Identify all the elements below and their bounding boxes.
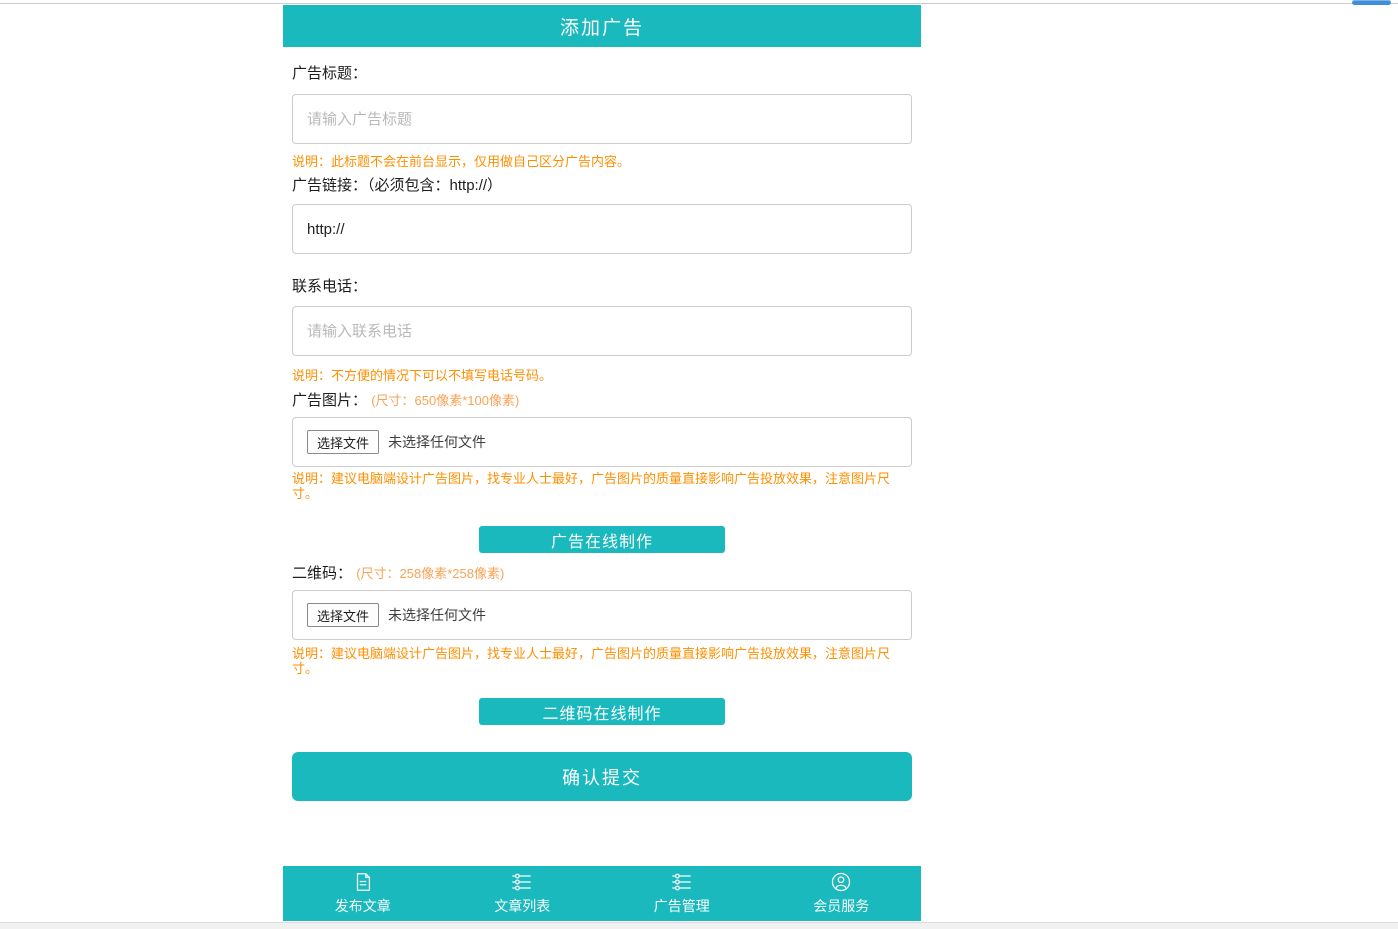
- nav-label: 发布文章: [335, 896, 391, 916]
- ad-form: 广告标题： 说明：此标题不会在前台显示，仅用做自己区分广告内容。 广告链接：（必…: [283, 66, 921, 801]
- page-title: 添加广告: [283, 5, 921, 47]
- ad-online-maker-button[interactable]: 广告在线制作: [479, 526, 725, 553]
- ad-image-file-status: 未选择任何文件: [388, 432, 486, 452]
- document-icon: [352, 871, 374, 893]
- nav-item-member-service[interactable]: 会员服务: [762, 866, 922, 921]
- ad-image-label: 广告图片： (尺寸：650像素*100像素): [292, 393, 912, 409]
- phone-label: 联系电话：: [292, 279, 912, 295]
- bottom-nav: 发布文章 文章列表 广告管理 会员服务: [283, 866, 921, 921]
- browser-bottom-strip: [0, 922, 1398, 929]
- nav-item-article-list[interactable]: 文章列表: [443, 866, 603, 921]
- main-column: 添加广告 广告标题： 说明：此标题不会在前台显示，仅用做自己区分广告内容。 广告…: [283, 5, 921, 921]
- ad-image-size-hint: (尺寸：650像素*100像素): [371, 393, 519, 408]
- nav-label: 会员服务: [813, 896, 869, 916]
- qrcode-size-hint: (尺寸：258像素*258像素): [356, 566, 504, 581]
- ad-title-note: 说明：此标题不会在前台显示，仅用做自己区分广告内容。: [292, 154, 912, 169]
- qrcode-label: 二维码： (尺寸：258像素*258像素): [292, 566, 912, 582]
- ad-image-file-box: 选择文件 未选择任何文件: [292, 417, 912, 467]
- ad-link-label-text: 广告链接：: [292, 177, 367, 194]
- qrcode-file-box: 选择文件 未选择任何文件: [292, 590, 912, 640]
- browser-blue-fragment: [1352, 0, 1391, 5]
- qrcode-note: 说明：建议电脑端设计广告图片，找专业人士最好，广告图片的质量直接影响广告投放效果…: [292, 646, 912, 676]
- nav-label: 文章列表: [494, 896, 550, 916]
- submit-button[interactable]: 确认提交: [292, 752, 912, 801]
- phone-note: 说明：不方便的情况下可以不填写电话号码。: [292, 368, 912, 383]
- ad-title-input[interactable]: [292, 94, 912, 144]
- list-icon: [511, 871, 533, 893]
- ad-link-hint: （必须包含：http://）: [367, 177, 502, 194]
- nav-item-publish-article[interactable]: 发布文章: [283, 866, 443, 921]
- ad-image-label-text: 广告图片：: [292, 392, 367, 409]
- qrcode-choose-file-button[interactable]: 选择文件: [307, 603, 379, 627]
- qrcode-online-maker-button[interactable]: 二维码在线制作: [479, 698, 725, 725]
- user-icon: [830, 871, 852, 893]
- nav-label: 广告管理: [654, 896, 710, 916]
- qrcode-file-status: 未选择任何文件: [388, 605, 486, 625]
- ad-image-choose-file-button[interactable]: 选择文件: [307, 430, 379, 454]
- phone-input[interactable]: [292, 306, 912, 356]
- qrcode-label-text: 二维码：: [292, 565, 352, 582]
- ad-link-label: 广告链接：（必须包含：http://）: [292, 178, 912, 194]
- ad-title-label: 广告标题：: [292, 66, 912, 82]
- list-icon: [671, 871, 693, 893]
- browser-top-divider: [0, 3, 1398, 4]
- nav-item-ad-management[interactable]: 广告管理: [602, 866, 762, 921]
- ad-image-note: 说明：建议电脑端设计广告图片，找专业人士最好，广告图片的质量直接影响广告投放效果…: [292, 471, 912, 501]
- ad-link-input[interactable]: [292, 204, 912, 254]
